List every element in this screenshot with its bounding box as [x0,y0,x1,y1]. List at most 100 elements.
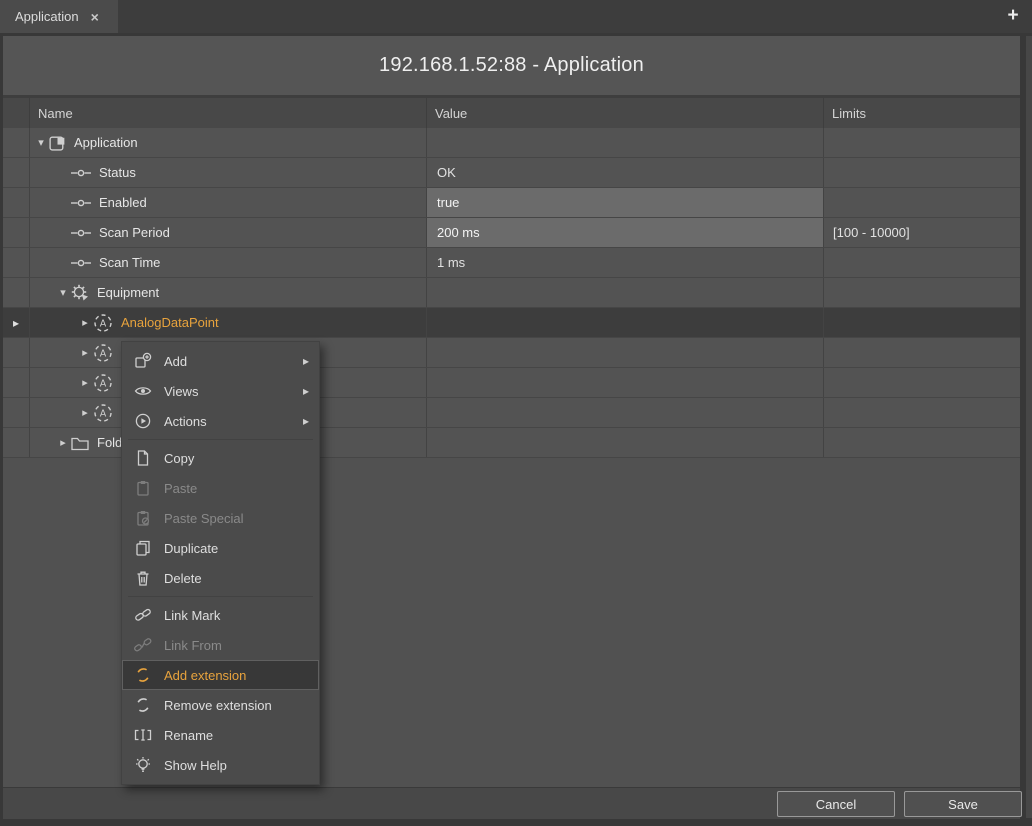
new-tab-button[interactable]: + [1000,3,1026,29]
expander-icon[interactable] [78,376,92,389]
menu-item-duplicate[interactable]: Duplicate [122,533,319,563]
folder-icon [70,434,90,452]
property-row-enabled[interactable]: Enabled [30,188,427,217]
row-marker [3,128,30,157]
property-row-status[interactable]: Status [30,158,427,187]
tree-row: Enabled true [3,188,1020,218]
show-help-icon [133,756,153,774]
expander-icon[interactable] [34,136,48,149]
menu-item-actions[interactable]: Actions [122,406,319,436]
tree-row: Equipment [3,278,1020,308]
row-marker [3,368,30,397]
row-marker [3,218,30,247]
value-cell-enabled[interactable]: true [427,188,824,217]
header-marker-column [3,98,30,128]
application-icon [48,133,67,152]
menu-item-add-extension[interactable]: Add extension [122,660,319,690]
link-from-icon [133,636,153,654]
limits-cell: [100 - 10000] [824,218,1020,247]
property-row-scan-time[interactable]: Scan Time [30,248,427,277]
value-cell [427,338,824,367]
tab-label: Application [15,9,79,24]
menu-item-label: Duplicate [164,541,218,556]
limits-cell [824,128,1020,157]
property-label: Scan Period [99,225,170,240]
save-button[interactable]: Save [904,791,1022,817]
tree-item-label: Equipment [97,285,159,300]
menu-item-label: Link Mark [164,608,220,623]
value-cell: OK [427,158,824,187]
value-cell [427,428,824,457]
limits-cell [824,368,1020,397]
grid-header: Name Value Limits [3,98,1020,128]
property-label: Status [99,165,136,180]
delete-icon [133,569,153,587]
limits-cell [824,428,1020,457]
menu-item-views[interactable]: Views [122,376,319,406]
expander-icon[interactable] [56,436,70,449]
header-value[interactable]: Value [427,98,824,128]
paste-special-icon [133,509,153,527]
expander-icon[interactable] [78,316,92,329]
tree-row-selected: A AnalogDataPoint [3,308,1020,338]
property-icon [70,228,92,238]
row-marker [3,398,30,427]
tab-bar: Application × + [0,0,1032,33]
tab-close-icon[interactable]: × [91,10,99,24]
limits-cell [824,248,1020,277]
menu-item-link-mark[interactable]: Link Mark [122,600,319,630]
tree-item-equipment[interactable]: Equipment [30,278,427,307]
value-cell[interactable] [427,128,824,157]
property-row-scan-period[interactable]: Scan Period [30,218,427,247]
menu-item-rename[interactable]: Rename [122,720,319,750]
limits-cell [824,398,1020,427]
property-label: Scan Time [99,255,160,270]
menu-item-label: Add extension [164,668,246,683]
menu-item-label: Actions [164,414,207,429]
tree-item-analogdatapoint[interactable]: A AnalogDataPoint [30,308,427,337]
selected-row-marker-icon [3,308,30,337]
header-limits[interactable]: Limits [824,98,1020,128]
tree-item-application[interactable]: Application [30,128,427,157]
menu-item-label: Views [164,384,198,399]
property-icon [70,258,92,268]
menu-item-remove-extension[interactable]: Remove extension [122,690,319,720]
analog-point-icon: A [92,312,114,334]
tab-application[interactable]: Application × [0,0,118,33]
connection-title: 192.168.1.52:88 - Application [3,36,1020,98]
paste-icon [133,479,153,497]
menu-item-copy[interactable]: Copy [122,443,319,473]
property-icon [70,198,92,208]
value-cell [427,368,824,397]
cancel-button[interactable]: Cancel [777,791,895,817]
expander-icon[interactable] [56,286,70,299]
add-extension-icon [133,666,153,684]
tree-row: Status OK [3,158,1020,188]
menu-item-link-from[interactable]: Link From [122,630,319,660]
menu-item-paste[interactable]: Paste [122,473,319,503]
menu-item-label: Show Help [164,758,227,773]
expander-icon[interactable] [78,346,92,359]
menu-item-add[interactable]: Add [122,346,319,376]
menu-item-delete[interactable]: Delete [122,563,319,593]
menu-item-label: Paste [164,481,197,496]
analog-point-icon: A [92,402,114,424]
expander-icon[interactable] [78,406,92,419]
footer-bar: Cancel Save [3,787,1020,819]
row-marker [3,278,30,307]
menu-item-label: Remove extension [164,698,272,713]
tree-row: Application [3,128,1020,158]
menu-item-show-help[interactable]: Show Help [122,750,319,780]
menu-item-label: Link From [164,638,222,653]
tree-row: Scan Time 1 ms [3,248,1020,278]
tree-row: Scan Period 200 ms [100 - 10000] [3,218,1020,248]
property-icon [70,168,92,178]
value-cell-scan-period[interactable]: 200 ms [427,218,824,247]
value-cell: 1 ms [427,248,824,277]
header-name[interactable]: Name [30,98,427,128]
value-cell [427,308,824,337]
remove-extension-icon [133,696,153,714]
menu-item-paste-special[interactable]: Paste Special [122,503,319,533]
menu-item-label: Paste Special [164,511,244,526]
link-icon [133,606,153,624]
